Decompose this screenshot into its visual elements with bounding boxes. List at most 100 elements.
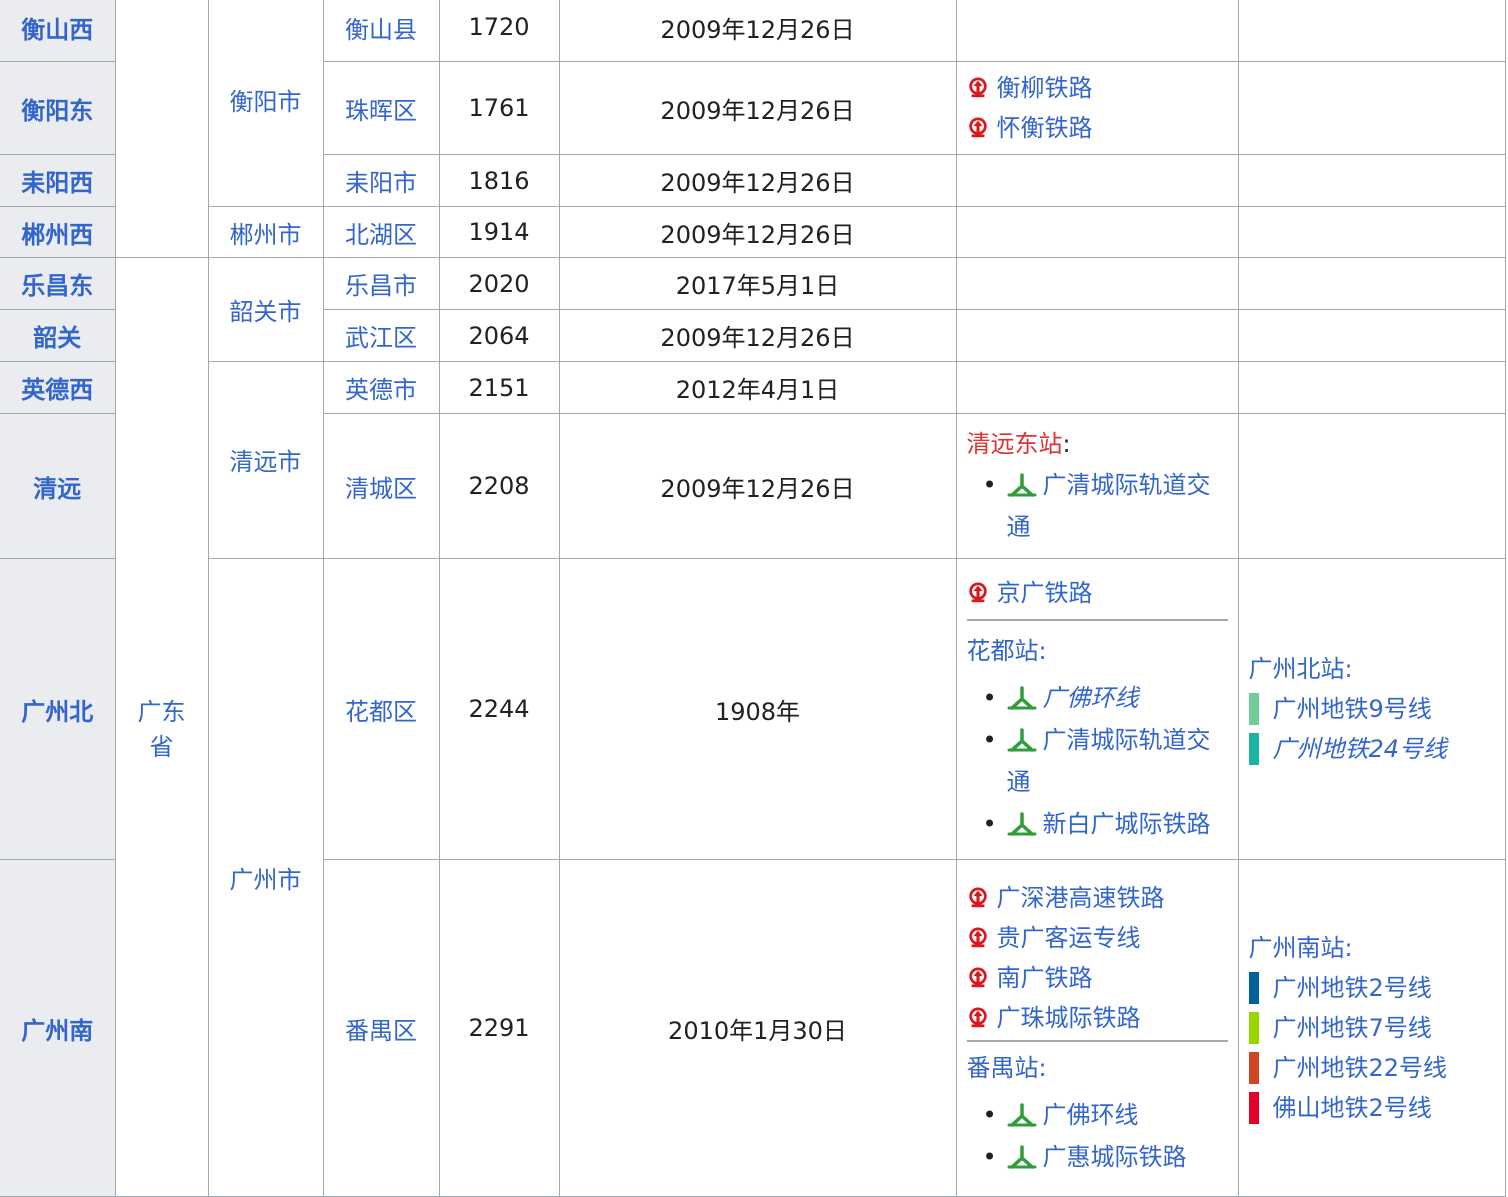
county-link[interactable]: 英德市 xyxy=(345,376,417,404)
date-cell: 2009年12月26日 xyxy=(558,154,957,207)
km-cell: 1914 xyxy=(438,206,560,258)
metro-line[interactable]: 广州地铁22号线 xyxy=(1248,1048,1495,1088)
station-name[interactable]: 广州南 xyxy=(0,859,116,1197)
station-link[interactable]: 衡阳东 xyxy=(21,97,93,125)
connection-cell xyxy=(955,206,1239,258)
station-link[interactable]: 衡山西 xyxy=(21,16,93,44)
intercity-list: 广佛环线 广清城际轨道交通 新白广城际铁路 xyxy=(967,677,1228,845)
metro-line[interactable]: 广州地铁24号线 xyxy=(1248,729,1495,769)
list-item[interactable]: 广惠城际铁路 xyxy=(967,1136,1228,1178)
intercity-rail-icon xyxy=(1007,728,1037,752)
list-item[interactable]: 广清城际轨道交通 xyxy=(967,464,1228,548)
county-link[interactable]: 花都区 xyxy=(345,698,417,726)
list-item[interactable]: 广清城际轨道交通 xyxy=(967,719,1228,803)
city-link-qingyuan[interactable]: 清远市 xyxy=(230,448,302,476)
metro-line[interactable]: 广州地铁2号线 xyxy=(1248,968,1495,1008)
rail-connection[interactable]: 京广铁路 xyxy=(967,573,1228,613)
connection-cell: 衡柳铁路 怀衡铁路 xyxy=(955,61,1239,155)
county-link[interactable]: 番禺区 xyxy=(345,1017,417,1045)
km-cell: 2291 xyxy=(438,859,560,1197)
station-name[interactable]: 衡阳东 xyxy=(0,61,116,155)
metro-line-color-icon xyxy=(1248,972,1259,1004)
county-cell[interactable]: 花都区 xyxy=(322,558,440,860)
city-cell[interactable]: 郴州市 xyxy=(207,206,324,258)
metro-line[interactable]: 广州地铁9号线 xyxy=(1248,689,1495,729)
county-link[interactable]: 珠晖区 xyxy=(345,97,417,125)
station-heading-link[interactable]: 清远东站 xyxy=(967,430,1063,458)
station-name[interactable]: 清远 xyxy=(0,413,116,559)
city-link-shaoguan[interactable]: 韶关市 xyxy=(230,298,302,326)
station-name[interactable]: 乐昌东 xyxy=(0,257,116,310)
county-cell[interactable]: 英德市 xyxy=(322,361,440,414)
station-link[interactable]: 清远 xyxy=(33,475,81,503)
city-cell[interactable]: 广州市 xyxy=(207,558,324,1197)
county-link[interactable]: 清城区 xyxy=(345,475,417,503)
city-cell[interactable]: 清远市 xyxy=(207,361,324,559)
county-cell[interactable]: 武江区 xyxy=(322,309,440,362)
divider xyxy=(966,1040,1228,1042)
county-link[interactable]: 乐昌市 xyxy=(345,272,417,300)
county-cell[interactable]: 珠晖区 xyxy=(322,61,440,155)
rail-connection[interactable]: 广深港高速铁路 xyxy=(967,878,1228,918)
station-name[interactable]: 韶关 xyxy=(0,309,116,362)
city-link-guangzhou[interactable]: 广州市 xyxy=(230,866,302,894)
station-name[interactable]: 耒阳西 xyxy=(0,154,116,207)
city-cell[interactable]: 韶关市 xyxy=(207,257,324,362)
station-name[interactable]: 英德西 xyxy=(0,361,116,414)
metro-heading[interactable]: 广州北站: xyxy=(1249,649,1495,689)
date-cell: 1908年 xyxy=(558,558,957,860)
list-item[interactable]: 广佛环线 xyxy=(967,677,1228,719)
metro-line[interactable]: 佛山地铁2号线 xyxy=(1248,1088,1495,1128)
rail-connection[interactable]: 贵广客运专线 xyxy=(967,918,1228,958)
county-cell[interactable]: 衡山县 xyxy=(322,0,440,62)
intercity-rail-icon xyxy=(1007,473,1037,497)
metro-line[interactable]: 广州地铁7号线 xyxy=(1248,1008,1495,1048)
station-heading[interactable]: 花都站: xyxy=(967,631,1228,671)
station-link[interactable]: 广州南 xyxy=(21,1017,93,1045)
metro-cell: 广州南站: 广州地铁2号线 广州地铁7号线 广州地铁22号线 佛山地铁2号线 xyxy=(1237,859,1506,1197)
metro-heading[interactable]: 广州南站: xyxy=(1249,928,1495,968)
station-link[interactable]: 耒阳西 xyxy=(21,169,93,197)
county-cell[interactable]: 清城区 xyxy=(322,413,440,559)
county-cell[interactable]: 耒阳市 xyxy=(322,154,440,207)
station-heading[interactable]: 番禺站: xyxy=(967,1048,1228,1088)
station-name[interactable]: 郴州西 xyxy=(0,206,116,258)
rail-connection[interactable]: 衡柳铁路 xyxy=(967,68,1228,108)
list-item[interactable]: 新白广城际铁路 xyxy=(967,803,1228,845)
connection-cell: 清远东站: 广清城际轨道交通 xyxy=(955,413,1239,559)
province-cell[interactable]: 广东省 xyxy=(114,257,209,1197)
km-cell: 1761 xyxy=(438,61,560,155)
province-link[interactable]: 广东省 xyxy=(116,692,208,762)
county-cell[interactable]: 乐昌市 xyxy=(322,257,440,310)
city-link-hengyang[interactable]: 衡阳市 xyxy=(230,88,302,116)
list-item[interactable]: 广佛环线 xyxy=(967,1094,1228,1136)
china-railway-icon xyxy=(967,967,989,989)
rail-connection[interactable]: 怀衡铁路 xyxy=(967,108,1228,148)
date-cell: 2009年12月26日 xyxy=(558,413,957,559)
county-link[interactable]: 北湖区 xyxy=(345,221,417,249)
station-name[interactable]: 衡山西 xyxy=(0,0,116,62)
city-cell[interactable]: 衡阳市 xyxy=(207,0,324,207)
rail-link[interactable]: 衡柳铁路 xyxy=(997,68,1093,108)
connection-cell xyxy=(955,309,1239,362)
rail-link[interactable]: 怀衡铁路 xyxy=(997,108,1093,148)
city-link-chenzhou[interactable]: 郴州市 xyxy=(230,221,302,249)
date-cell: 2012年4月1日 xyxy=(558,361,957,414)
station-name[interactable]: 广州北 xyxy=(0,558,116,860)
rail-connection[interactable]: 广珠城际铁路 xyxy=(967,998,1228,1038)
china-railway-icon xyxy=(967,887,989,909)
metro-cell xyxy=(1237,61,1506,155)
rail-connection[interactable]: 南广铁路 xyxy=(967,958,1228,998)
county-cell[interactable]: 番禺区 xyxy=(322,859,440,1197)
station-heading: 清远东站: xyxy=(966,430,1071,458)
station-link[interactable]: 广州北 xyxy=(21,698,93,726)
county-link[interactable]: 衡山县 xyxy=(345,16,417,44)
county-cell[interactable]: 北湖区 xyxy=(322,206,440,258)
county-link[interactable]: 耒阳市 xyxy=(345,169,417,197)
china-railway-icon xyxy=(967,582,989,604)
station-link[interactable]: 韶关 xyxy=(33,324,81,352)
station-link[interactable]: 英德西 xyxy=(21,376,93,404)
county-link[interactable]: 武江区 xyxy=(345,324,417,352)
station-link[interactable]: 郴州西 xyxy=(21,221,93,249)
station-link[interactable]: 乐昌东 xyxy=(21,272,93,300)
